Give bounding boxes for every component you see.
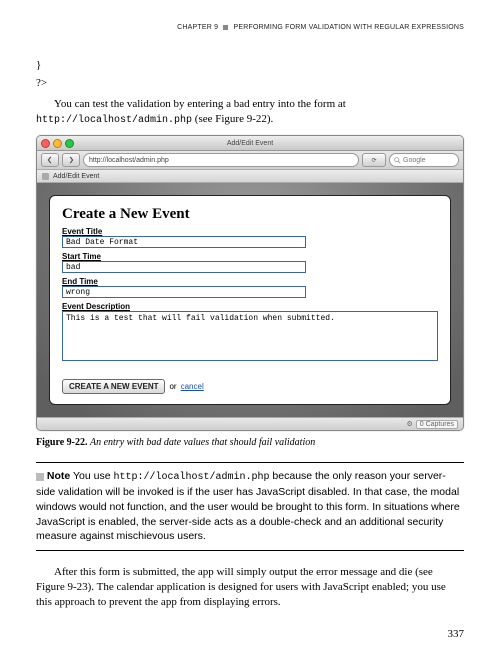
browser-window: Add/Edit Event http://localhost/admin.ph… <box>36 135 464 431</box>
label-end-time: End Time <box>62 277 438 286</box>
note-square-icon <box>36 473 44 481</box>
browser-toolbar: http://localhost/admin.php ⟳ Google <box>37 151 463 170</box>
input-description[interactable] <box>62 311 438 361</box>
submit-row: CREATE A NEW EVENT or cancel <box>62 379 438 394</box>
address-bar[interactable]: http://localhost/admin.php <box>83 153 359 167</box>
after-paragraph: After this form is submitted, the app wi… <box>36 565 464 610</box>
search-field[interactable]: Google <box>389 153 459 167</box>
zone-indicator: 0 Captures <box>416 420 458 429</box>
cancel-link[interactable]: cancel <box>181 382 204 391</box>
label-description: Event Description <box>62 302 438 311</box>
label-event-title: Event Title <box>62 227 438 236</box>
window-titlebar: Add/Edit Event <box>37 136 463 151</box>
note-url: http://localhost/admin.php <box>113 472 269 483</box>
search-icon <box>394 157 401 164</box>
input-event-title[interactable] <box>62 236 306 248</box>
rule-top <box>36 462 464 463</box>
chapter-label: CHAPTER 9 <box>177 24 218 31</box>
intro-paragraph: You can test the validation by entering … <box>36 97 464 127</box>
input-end-time[interactable] <box>62 286 306 298</box>
header-square-icon <box>223 25 228 30</box>
page-number: 337 <box>36 628 464 640</box>
chapter-title: PERFORMING FORM VALIDATION WITH REGULAR … <box>234 24 464 31</box>
address-text: http://localhost/admin.php <box>89 157 169 164</box>
rule-bottom <box>36 550 464 551</box>
search-placeholder: Google <box>403 157 426 164</box>
note-lead: Note <box>47 470 70 482</box>
bookmark-label: Add/Edit Event <box>53 173 99 180</box>
code-closing-brace: } <box>36 59 464 71</box>
chevron-right-icon <box>67 156 75 164</box>
status-bar: ⚙ 0 Captures <box>37 417 463 430</box>
figure-number: Figure 9-22. <box>36 437 87 448</box>
create-event-button[interactable]: CREATE A NEW EVENT <box>62 379 165 394</box>
forward-button[interactable] <box>62 153 80 167</box>
label-start-time: Start Time <box>62 252 438 261</box>
form-title: Create a New Event <box>62 206 438 223</box>
rss-button[interactable]: ⟳ <box>362 153 386 167</box>
bookmark-bar: Add/Edit Event <box>37 170 463 183</box>
event-form: Create a New Event Event Title Start Tim… <box>49 195 451 405</box>
window-title: Add/Edit Event <box>37 140 463 147</box>
running-header: CHAPTER 9 PERFORMING FORM VALIDATION WIT… <box>36 24 464 31</box>
intro-url: http://localhost/admin.php <box>36 115 192 126</box>
input-start-time[interactable] <box>62 261 306 273</box>
page-icon <box>42 173 49 180</box>
rss-icon: ⟳ <box>371 157 376 164</box>
note-paragraph: Note You use http://localhost/admin.php … <box>36 469 464 544</box>
chevron-left-icon <box>46 156 54 164</box>
figure-text: An entry with bad date values that shoul… <box>90 437 315 448</box>
back-button[interactable] <box>41 153 59 167</box>
code-php-close: ?> <box>36 77 464 89</box>
page: CHAPTER 9 PERFORMING FORM VALIDATION WIT… <box>0 0 500 660</box>
or-text: or <box>169 382 176 391</box>
page-content: Create a New Event Event Title Start Tim… <box>37 183 463 417</box>
gear-icon[interactable]: ⚙ <box>406 420 412 428</box>
figure-caption: Figure 9-22. An entry with bad date valu… <box>36 437 464 448</box>
